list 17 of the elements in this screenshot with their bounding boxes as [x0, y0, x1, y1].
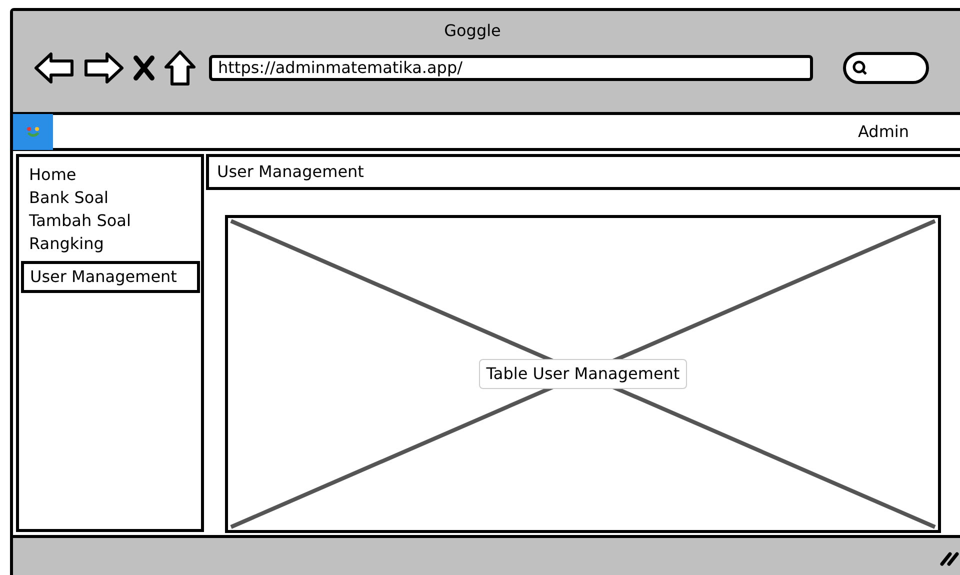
window-title: Goggle — [444, 20, 501, 42]
placeholder-label: Table User Management — [479, 359, 687, 389]
page-header: User Management — [206, 154, 960, 190]
sidebar-item[interactable]: Tambah Soal — [21, 209, 200, 232]
home-icon[interactable] — [163, 49, 197, 87]
sidebar-item[interactable]: Bank Soal — [21, 186, 200, 209]
address-field[interactable]: https://adminmatematika.app/ — [209, 55, 813, 81]
search-field[interactable] — [843, 52, 929, 84]
back-icon[interactable] — [33, 51, 75, 85]
sidebar-item[interactable]: User Management — [21, 261, 200, 293]
user-name[interactable]: Admin — [858, 120, 909, 144]
close-icon[interactable] — [133, 55, 155, 81]
search-icon — [852, 60, 868, 76]
sidebar-item[interactable]: Home — [21, 163, 200, 186]
sidebar-item[interactable]: Rangking — [21, 232, 200, 255]
forward-icon[interactable] — [83, 51, 125, 85]
smiley-icon — [26, 126, 40, 138]
